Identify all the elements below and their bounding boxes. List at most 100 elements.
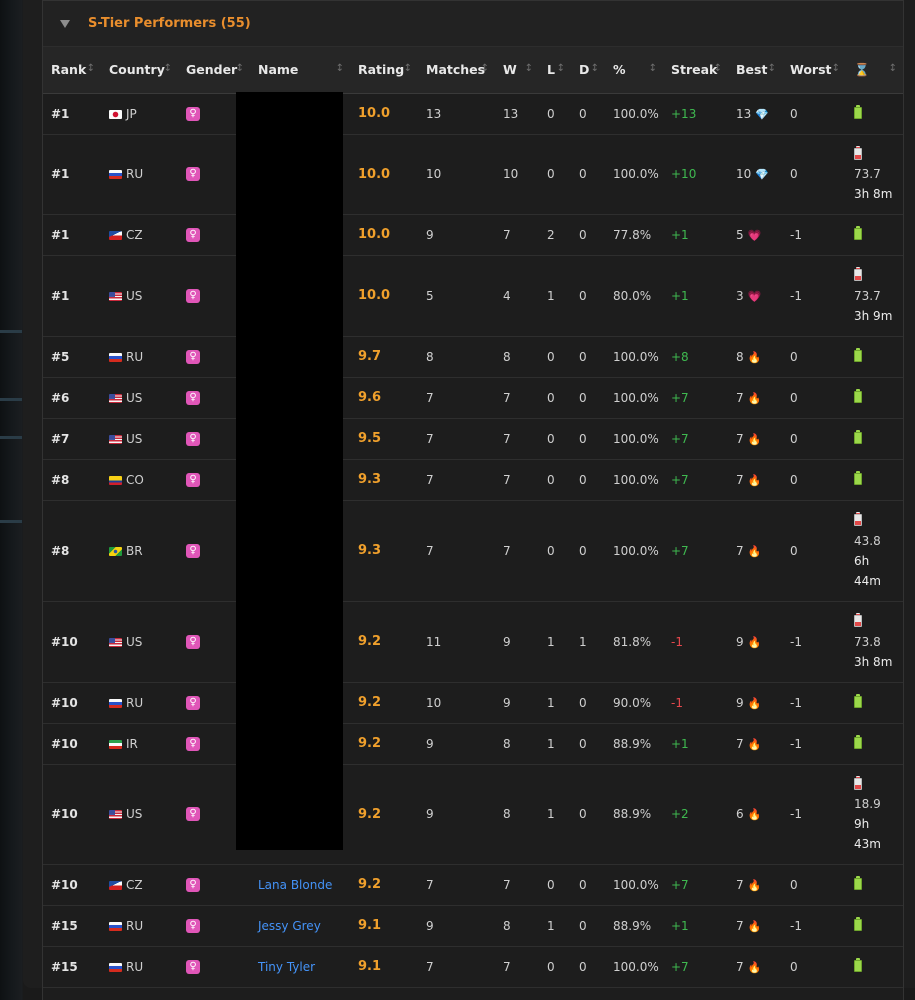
- losses-cell: 0: [539, 93, 571, 135]
- rank-cell: #10: [43, 864, 101, 906]
- worst-cell: -1: [782, 682, 846, 724]
- worst-cell: -1: [782, 601, 846, 683]
- flag-jp-icon: [109, 109, 122, 119]
- table-row[interactable]: #8 BR ♀ 9.3 7 7 0 0 100.0% +7 7 🔥 0 43.8 6h 44m: [43, 500, 903, 602]
- draws-cell: 0: [571, 418, 605, 460]
- column-header-12[interactable]: Worst ↕: [782, 47, 846, 94]
- table-row[interactable]: #7 US ♀ 9.5 7 7 0 0 100.0% +7 7 🔥 0: [43, 418, 903, 460]
- rank-cell: #15: [43, 905, 101, 947]
- name-cell[interactable]: Jessy Grey: [250, 905, 350, 947]
- column-header-11[interactable]: Best ↕: [728, 47, 782, 94]
- sort-arrows-icon[interactable]: ↕: [768, 63, 776, 74]
- timer-duration: 6h: [854, 553, 870, 568]
- streak-cell: +1: [663, 214, 728, 256]
- performers-table: Rank ↕ Country ↕ Gender ↕ Name ↕ Rating ↕ Matches ↕…: [43, 47, 903, 988]
- column-header-1[interactable]: Country ↕: [101, 47, 178, 94]
- column-header-3[interactable]: Name ↕: [250, 47, 350, 94]
- table-row[interactable]: #15 RU ♀ Tiny Tyler 9.1 7 7 0 0 100.0% +7 7 🔥 0: [43, 946, 903, 988]
- wins-cell: 7: [495, 377, 539, 419]
- column-header-9[interactable]: % ↕: [605, 47, 663, 94]
- rating-cell: 10.0: [350, 134, 418, 215]
- table-row[interactable]: #1 RU ♀ 10.0 10 10 0 0 100.0% +10 10 💎 0 73.7 3h 8m: [43, 134, 903, 215]
- battery-low-icon: [854, 267, 862, 281]
- timer-duration: 44m: [854, 573, 881, 588]
- best-value: 9: [736, 634, 744, 649]
- column-header-5[interactable]: Matches ↕: [418, 47, 495, 94]
- column-header-0[interactable]: Rank ↕: [43, 47, 101, 94]
- column-header-6[interactable]: W ↕: [495, 47, 539, 94]
- heart-icon: 💗: [747, 228, 762, 242]
- sort-arrows-icon[interactable]: ↕: [649, 63, 657, 74]
- table-row[interactable]: #10 RU ♀ 9.2 10 9 1 0 90.0% -1 9 🔥 -1: [43, 682, 903, 724]
- country-cell: JP: [101, 93, 178, 135]
- sort-arrows-icon[interactable]: ↕: [832, 63, 840, 74]
- losses-cell: 0: [539, 336, 571, 378]
- losses-cell: 0: [539, 134, 571, 215]
- table-row[interactable]: #5 RU ♀ 9.7 8 8 0 0 100.0% +8 8 🔥 0: [43, 336, 903, 378]
- table-row[interactable]: #15 RU ♀ Jessy Grey 9.1 9 8 1 0 88.9% +1 7 🔥 -1: [43, 905, 903, 947]
- matches-cell: 9: [418, 905, 495, 947]
- fire-icon: 🔥: [747, 635, 762, 649]
- table-row[interactable]: #10 CZ ♀ Lana Blonde 9.2 7 7 0 0 100.0% +7 7 🔥 0: [43, 864, 903, 906]
- best-value: 7: [736, 959, 744, 974]
- diamond-icon: 💎: [755, 168, 769, 181]
- heart-icon: 💗: [747, 289, 762, 303]
- female-sign-icon: ♀: [186, 695, 200, 710]
- table-row[interactable]: #10 IR ♀ 9.2 9 8 1 0 88.9% +1 7 🔥 -1: [43, 723, 903, 765]
- sort-arrows-icon[interactable]: ↕: [525, 63, 533, 74]
- battery-low-icon: [854, 613, 862, 627]
- column-header-7[interactable]: L ↕: [539, 47, 571, 94]
- gender-cell: ♀: [178, 905, 250, 947]
- redaction-block: [236, 92, 343, 850]
- panel-header[interactable]: S-Tier Performers (55): [43, 0, 903, 47]
- timer-cell: 18.9 9h 43m: [846, 764, 903, 865]
- table-row[interactable]: #8 CO ♀ 9.3 7 7 0 0 100.0% +7 7 🔥 0: [43, 459, 903, 501]
- win-percent-cell: 100.0%: [605, 418, 663, 460]
- performer-name-link[interactable]: Tiny Tyler: [258, 960, 315, 974]
- battery-low-icon: [854, 775, 862, 790]
- sort-arrows-icon[interactable]: ↕: [336, 63, 344, 74]
- rank-cell: #1: [43, 214, 101, 256]
- column-header-8[interactable]: D ↕: [571, 47, 605, 94]
- table-row[interactable]: #10 US ♀ 9.2 9 8 1 0 88.9% +2 6 🔥 -1 18.9 9h 43m: [43, 764, 903, 865]
- performer-name-link[interactable]: Jessy Grey: [258, 919, 321, 933]
- column-header-label: D: [579, 62, 590, 78]
- country-code: RU: [126, 167, 144, 181]
- column-header-13[interactable]: ⌛ ↕: [846, 47, 903, 94]
- sort-arrows-icon[interactable]: ↕: [404, 63, 412, 74]
- sort-arrows-icon[interactable]: ↕: [714, 63, 722, 74]
- country-code: CO: [126, 472, 144, 487]
- matches-cell: 7: [418, 864, 495, 906]
- sort-arrows-icon[interactable]: ↕: [481, 63, 489, 74]
- sort-arrows-icon[interactable]: ↕: [889, 63, 897, 74]
- battery-full-icon: [854, 226, 862, 240]
- sort-arrows-icon[interactable]: ↕: [164, 63, 172, 74]
- timer-score: 73.8: [854, 634, 881, 649]
- draws-cell: 0: [571, 500, 605, 602]
- collapse-triangle-icon[interactable]: [60, 19, 70, 28]
- table-row[interactable]: #1 JP ♀ 10.0 13 13 0 0 100.0% +13 13 💎 0: [43, 93, 903, 135]
- performer-name-link[interactable]: Lana Blonde: [258, 878, 332, 892]
- rank-cell: #7: [43, 418, 101, 460]
- sort-arrows-icon[interactable]: ↕: [236, 63, 244, 74]
- table-row[interactable]: #1 CZ ♀ 10.0 9 7 2 0 77.8% +1 5 💗 -1: [43, 214, 903, 256]
- best-value: 7: [736, 472, 744, 487]
- sort-arrows-icon[interactable]: ↕: [87, 63, 95, 74]
- best-cell: 10 💎: [728, 134, 782, 215]
- table-row[interactable]: #1 US ♀ 10.0 5 4 1 0 80.0% +1 3 💗 -1 73.7 3h 9m: [43, 255, 903, 337]
- name-cell[interactable]: Lana Blonde: [250, 864, 350, 906]
- draws-cell: 0: [571, 377, 605, 419]
- female-sign-icon: ♀: [186, 807, 200, 822]
- sort-arrows-icon[interactable]: ↕: [557, 63, 565, 74]
- name-cell[interactable]: Tiny Tyler: [250, 946, 350, 988]
- table-row[interactable]: #10 US ♀ 9.2 11 9 1 1 81.8% -1 9 🔥 -1 73.8 3h 8m: [43, 601, 903, 683]
- column-header-4[interactable]: Rating ↕: [350, 47, 418, 94]
- column-header-10[interactable]: Streak ↕: [663, 47, 728, 94]
- sort-arrows-icon[interactable]: ↕: [591, 63, 599, 74]
- column-header-2[interactable]: Gender ↕: [178, 47, 250, 94]
- timer-cell: [846, 336, 903, 378]
- country-code: US: [126, 807, 143, 821]
- draws-cell: 0: [571, 214, 605, 256]
- table-row[interactable]: #6 US ♀ 9.6 7 7 0 0 100.0% +7 7 🔥 0: [43, 377, 903, 419]
- losses-cell: 1: [539, 255, 571, 337]
